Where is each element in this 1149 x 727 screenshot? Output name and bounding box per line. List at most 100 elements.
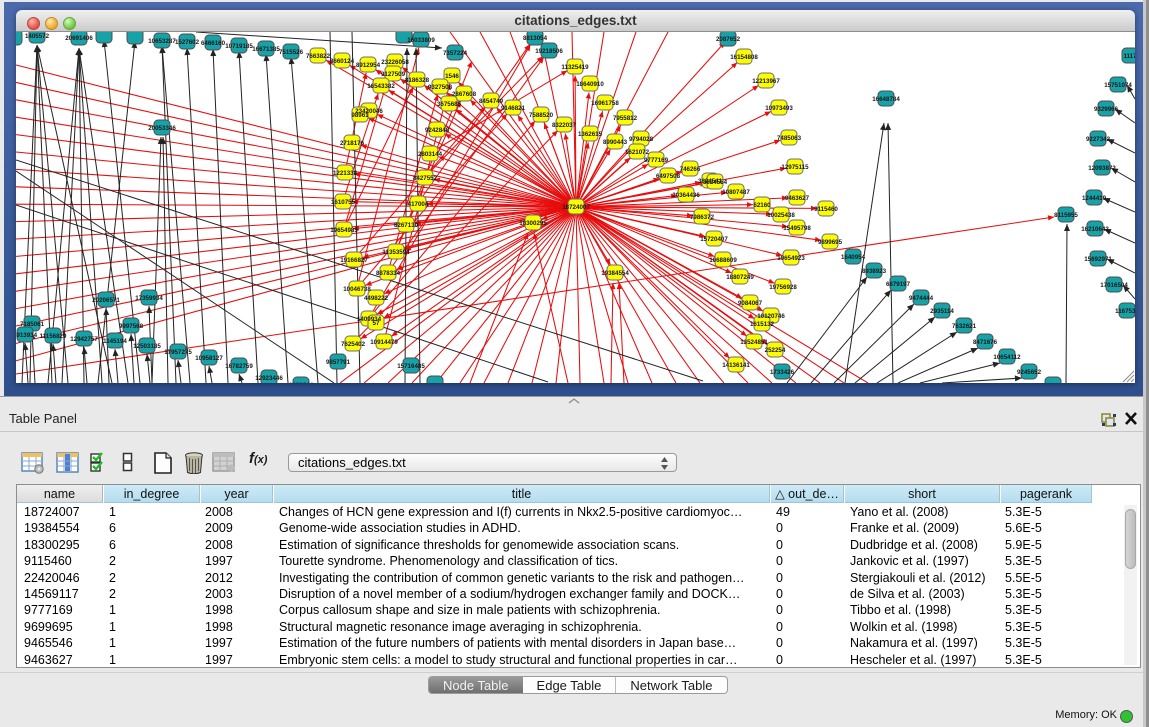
svg-text:12213967: 12213967 [752, 78, 780, 85]
svg-text:6466160: 6466160 [201, 40, 226, 47]
svg-text:62160: 62160 [753, 202, 771, 209]
svg-text:6879197: 6879197 [886, 281, 911, 288]
svg-text:1621072: 1621072 [625, 149, 650, 156]
svg-text:15751074: 15751074 [1104, 82, 1132, 89]
svg-text:8938923: 8938923 [862, 268, 887, 275]
svg-text:8471676: 8471676 [973, 339, 998, 346]
svg-text:8912954: 8912954 [356, 62, 381, 69]
svg-text:9777169: 9777169 [644, 157, 669, 164]
svg-text:1610755: 1610755 [331, 199, 356, 206]
svg-text:2803144: 2803144 [418, 151, 443, 158]
svg-text:20206571: 20206571 [92, 297, 120, 304]
svg-text:18640910: 18640910 [576, 81, 604, 88]
svg-text:13524851: 13524851 [740, 339, 768, 346]
svg-text:7986372: 7986372 [690, 214, 715, 221]
svg-text:19218506: 19218506 [535, 48, 563, 55]
svg-text:11325419: 11325419 [561, 64, 589, 71]
svg-text:7185061: 7185061 [20, 321, 45, 328]
svg-text:10807487: 10807487 [722, 189, 750, 196]
svg-text:1244419: 1244419 [1082, 195, 1107, 202]
svg-text:10958127: 10958127 [195, 355, 223, 362]
svg-text:8660124: 8660124 [330, 58, 355, 65]
svg-text:3913934: 3913934 [16, 332, 38, 339]
svg-text:10025438: 10025438 [767, 212, 795, 219]
svg-text:19654923: 19654923 [777, 255, 805, 262]
svg-text:9794028: 9794028 [629, 136, 654, 143]
svg-text:10973493: 10973493 [765, 105, 793, 112]
svg-text:7588520: 7588520 [529, 112, 554, 119]
svg-text:10688609: 10688609 [709, 257, 737, 264]
svg-text:10653287: 10653287 [148, 38, 176, 45]
svg-text:9329966: 9329966 [1094, 106, 1119, 113]
svg-text:10719185: 10719185 [225, 43, 253, 50]
svg-text:9127509: 9127509 [381, 71, 406, 78]
svg-text:1221338: 1221338 [333, 170, 358, 177]
svg-text:9115460: 9115460 [814, 206, 838, 213]
svg-text:12923446: 12923446 [255, 375, 283, 382]
svg-text:2867608: 2867608 [452, 91, 477, 98]
svg-text:2935114: 2935114 [930, 308, 954, 315]
svg-text:6497508: 6497508 [656, 173, 681, 180]
svg-text:7632621: 7632621 [952, 323, 977, 330]
svg-text:17016504: 17016504 [1100, 282, 1128, 289]
svg-text:417004: 417004 [408, 201, 429, 208]
svg-text:1546: 1546 [445, 73, 459, 80]
svg-text:8813054: 8813054 [523, 35, 548, 42]
svg-text:4498222: 4498222 [364, 295, 389, 302]
svg-text:12942757: 12942757 [70, 336, 98, 343]
svg-text:20691406: 20691406 [65, 35, 93, 42]
svg-text:7663822: 7663822 [306, 53, 331, 60]
svg-text:9899695: 9899695 [818, 239, 843, 246]
svg-text:11353594: 11353594 [382, 249, 410, 256]
svg-text:7357224: 7357224 [443, 50, 468, 57]
svg-text:10914479: 10914479 [370, 339, 398, 346]
svg-text:15692971: 15692971 [1084, 256, 1112, 263]
svg-text:8454749: 8454749 [479, 98, 504, 105]
svg-text:252254: 252254 [765, 347, 786, 354]
svg-text:9084067: 9084067 [738, 300, 763, 307]
svg-text:1527602: 1527602 [175, 39, 200, 46]
svg-text:18724007: 18724007 [562, 204, 590, 211]
svg-text:746266: 746266 [680, 166, 701, 173]
svg-text:12093872: 12093872 [1088, 165, 1116, 172]
svg-text:16154808: 16154808 [730, 54, 758, 61]
svg-text:18807249: 18807249 [726, 274, 754, 281]
svg-text:3675685: 3675685 [437, 101, 462, 108]
svg-text:98961: 98961 [351, 112, 369, 119]
svg-text:10654112: 10654112 [993, 354, 1021, 361]
svg-text:57: 57 [373, 320, 380, 327]
svg-text:1615132: 1615132 [750, 321, 775, 328]
svg-text:1292344: 1292344 [289, 382, 314, 383]
svg-text:18300295: 18300295 [519, 220, 547, 227]
svg-text:1733426: 1733426 [770, 369, 795, 376]
svg-text:1640954: 1640954 [841, 254, 866, 261]
svg-text:3624554: 3624554 [703, 179, 728, 186]
svg-text:2718176: 2718176 [340, 140, 365, 147]
svg-text:8427552: 8427552 [413, 175, 438, 182]
svg-text:8322037: 8322037 [552, 122, 577, 129]
svg-text:8115955: 8115955 [1054, 212, 1078, 219]
svg-text:16671385: 16671385 [252, 46, 280, 53]
svg-text:1117: 1117 [1123, 53, 1135, 60]
svg-text:12975115: 12975115 [781, 164, 809, 171]
svg-text:9227342: 9227342 [1086, 136, 1111, 143]
svg-text:1167533: 1167533 [1115, 308, 1135, 315]
svg-text:16033809: 16033809 [407, 37, 435, 44]
svg-text:7485063: 7485063 [777, 135, 802, 142]
svg-text:19654985: 19654985 [330, 227, 358, 234]
svg-text:20364436: 20364436 [672, 192, 700, 199]
svg-text:15495798: 15495798 [783, 225, 811, 232]
svg-text:9474444: 9474444 [909, 295, 934, 302]
svg-text:9327508: 9327508 [428, 84, 453, 91]
svg-text:9997568: 9997568 [119, 323, 144, 330]
svg-text:1145194: 1145194 [103, 338, 127, 345]
svg-text:23226058: 23226058 [381, 59, 409, 66]
svg-text:16543382: 16543382 [367, 83, 395, 90]
svg-text:9242848: 9242848 [425, 127, 450, 134]
svg-text:1405572: 1405572 [25, 33, 50, 40]
svg-text:8990443: 8990443 [603, 139, 628, 146]
svg-text:7515526: 7515526 [279, 49, 304, 56]
svg-text:20053346: 20053346 [148, 125, 176, 132]
svg-text:17359934: 17359934 [135, 295, 163, 302]
svg-text:7625402: 7625402 [341, 341, 366, 348]
